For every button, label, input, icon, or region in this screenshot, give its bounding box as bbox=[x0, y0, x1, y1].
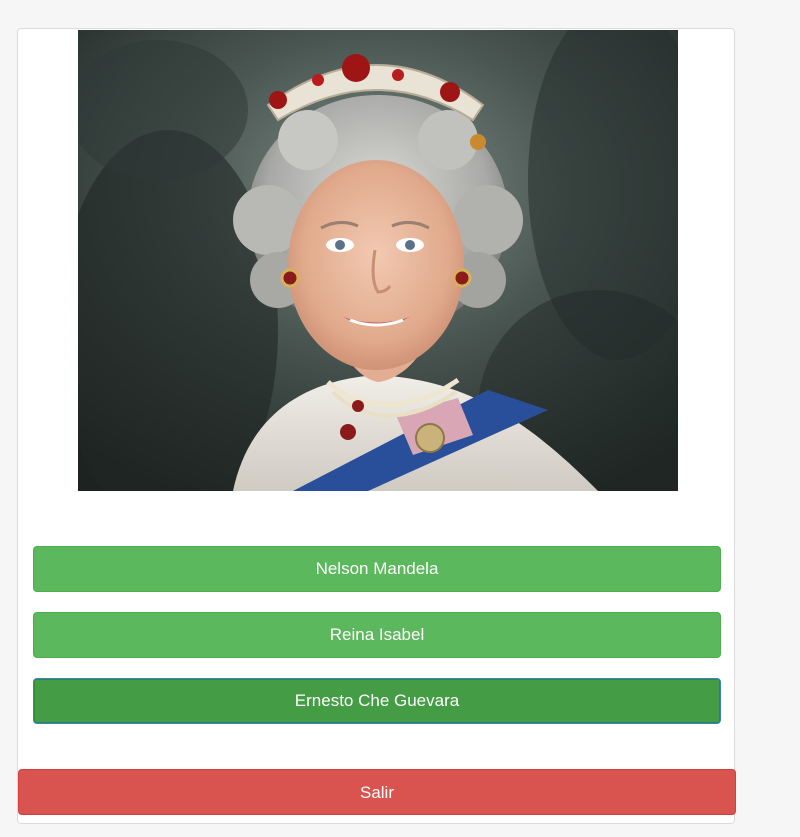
exit-button[interactable]: Salir bbox=[18, 769, 736, 815]
quiz-card: Nelson Mandela Reina Isabel Ernesto Che … bbox=[17, 28, 736, 824]
question-portrait-image bbox=[78, 30, 678, 491]
answer-option-reina-isabel[interactable]: Reina Isabel bbox=[33, 612, 721, 658]
answer-options: Nelson Mandela Reina Isabel Ernesto Che … bbox=[33, 546, 721, 744]
answer-option-ernesto-che-guevara[interactable]: Ernesto Che Guevara bbox=[33, 678, 721, 724]
answer-option-nelson-mandela[interactable]: Nelson Mandela bbox=[33, 546, 721, 592]
